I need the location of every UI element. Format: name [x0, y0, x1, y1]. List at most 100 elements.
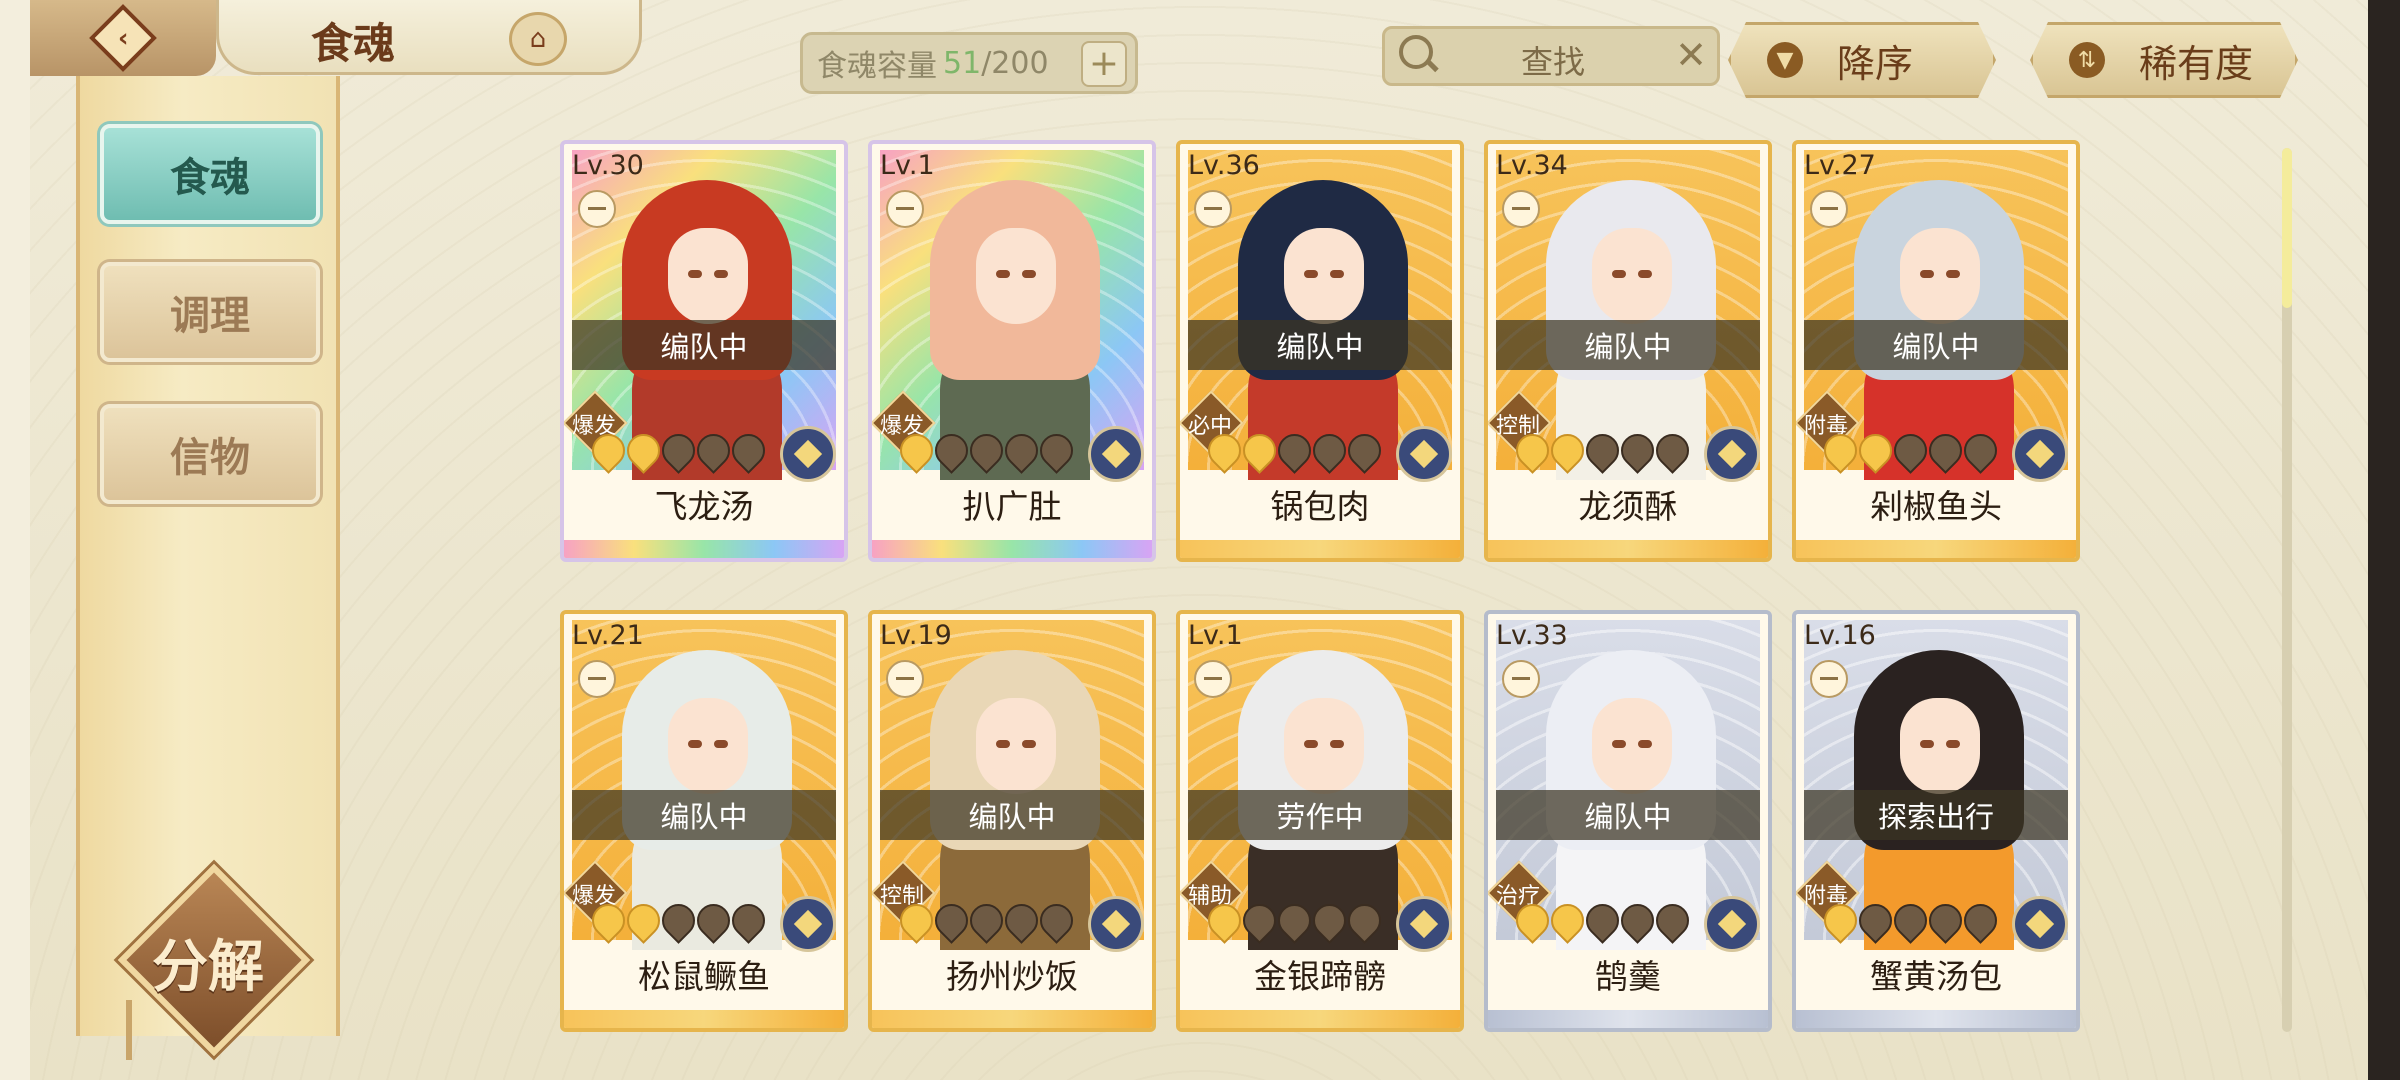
sort-order-button[interactable]: ▼ 降序	[1728, 22, 1996, 98]
title-tab: 食魂 ⌂	[216, 0, 642, 75]
card-status: 编队中	[880, 790, 1144, 840]
sort-order-label: 降序	[1837, 41, 1914, 86]
lock-badge-icon[interactable]	[1502, 190, 1540, 228]
portrait-face	[1284, 228, 1364, 324]
star-icon	[998, 427, 1045, 474]
food-soul-card[interactable]: Lv.16 探索出行 附毒 蟹黄汤包	[1792, 610, 2080, 1032]
card-name: 飞龙汤	[654, 487, 754, 526]
portrait-eye	[1022, 740, 1036, 748]
star-icon	[893, 897, 940, 944]
decompose-button[interactable]: 分解	[117, 863, 311, 1057]
decompose-label: 分解	[152, 934, 264, 1000]
lock-badge-icon[interactable]	[886, 660, 924, 698]
star-icon	[1033, 897, 1080, 944]
food-soul-card[interactable]: Lv.33 编队中 治疗 鹄羹	[1484, 610, 1772, 1032]
card-rarity-strip	[1796, 540, 2076, 558]
search-input[interactable]: 查找 ✕	[1382, 26, 1720, 86]
portrait-eye	[1920, 270, 1934, 278]
star-icon	[725, 897, 772, 944]
card-name: 龙须酥	[1578, 487, 1678, 526]
element-icon	[780, 426, 836, 482]
lock-badge-icon[interactable]	[1502, 660, 1540, 698]
portrait-eye	[1304, 740, 1318, 748]
sort-swap-icon: ⇅	[2069, 42, 2105, 78]
lock-badge-icon[interactable]	[578, 190, 616, 228]
sidebar-item-label: 食魂	[170, 154, 250, 201]
star-icon	[928, 427, 975, 474]
card-name: 剁椒鱼头	[1870, 487, 2002, 526]
star-icon	[690, 427, 737, 474]
portrait-eye	[996, 740, 1010, 748]
card-level: Lv.30	[572, 150, 644, 181]
portrait-eye	[1946, 740, 1960, 748]
element-icon	[1396, 896, 1452, 952]
food-soul-card[interactable]: Lv.1 劳作中 辅助 金银蹄髈	[1176, 610, 1464, 1032]
star-icon	[1614, 427, 1661, 474]
star-icon	[585, 427, 632, 474]
top-bar: 食魂 ⌂ ‹	[30, 0, 642, 76]
scrollbar-thumb[interactable]	[2282, 148, 2292, 308]
lock-badge-icon[interactable]	[1810, 660, 1848, 698]
lock-badge-icon[interactable]	[886, 190, 924, 228]
star-rating	[893, 897, 1080, 944]
portrait-eye	[1638, 270, 1652, 278]
portrait-eye	[1330, 270, 1344, 278]
clear-search-icon[interactable]: ✕	[1675, 33, 1707, 77]
star-icon	[1341, 897, 1388, 944]
food-soul-card[interactable]: Lv.36 编队中 必中 锅包肉	[1176, 140, 1464, 562]
home-icon[interactable]: ⌂	[509, 12, 567, 66]
star-icon	[1509, 427, 1556, 474]
card-rarity-strip	[872, 540, 1152, 558]
food-soul-card[interactable]: Lv.27 编队中 附毒 剁椒鱼头	[1792, 140, 2080, 562]
food-soul-card[interactable]: Lv.1 爆发 扒广肚	[868, 140, 1156, 562]
portrait-eye	[1946, 270, 1960, 278]
sidebar-item-food-souls[interactable]: 食魂	[100, 124, 320, 224]
search-icon	[1399, 35, 1433, 69]
portrait-eye	[1022, 270, 1036, 278]
sidebar-item-conditioning[interactable]: 调理	[100, 262, 320, 362]
card-status: 编队中	[1804, 320, 2068, 370]
star-icon	[1579, 897, 1626, 944]
food-soul-card[interactable]: Lv.19 编队中 控制 扬州炒饭	[868, 610, 1156, 1032]
scrollbar[interactable]	[2282, 148, 2292, 1032]
lock-badge-icon[interactable]	[1194, 190, 1232, 228]
star-rating	[585, 427, 772, 474]
card-level: Lv.33	[1496, 620, 1568, 651]
food-soul-card[interactable]: Lv.21 编队中 爆发 松鼠鳜鱼	[560, 610, 848, 1032]
star-icon	[1236, 897, 1283, 944]
star-rating	[585, 897, 772, 944]
lock-badge-icon[interactable]	[578, 660, 616, 698]
lock-badge-icon[interactable]	[1194, 660, 1232, 698]
star-icon	[1236, 427, 1283, 474]
star-icon	[1579, 427, 1626, 474]
lock-badge-icon[interactable]	[1810, 190, 1848, 228]
star-icon	[1957, 427, 2004, 474]
back-button[interactable]: ‹	[30, 0, 216, 76]
element-icon	[2012, 426, 2068, 482]
star-icon	[1649, 897, 1696, 944]
star-icon	[1033, 427, 1080, 474]
food-soul-card[interactable]: Lv.34 编队中 控制 龙须酥	[1484, 140, 1772, 562]
star-rating	[893, 427, 1080, 474]
element-icon	[780, 896, 836, 952]
portrait-face	[1284, 698, 1364, 794]
portrait-eye	[1920, 740, 1934, 748]
element-icon	[1704, 426, 1760, 482]
card-level: Lv.1	[880, 150, 935, 181]
card-status: 劳作中	[1188, 790, 1452, 840]
card-status: 编队中	[1496, 320, 1760, 370]
star-icon	[1817, 897, 1864, 944]
portrait-eye	[714, 740, 728, 748]
sort-by-button[interactable]: ⇅ 稀有度	[2030, 22, 2298, 98]
food-soul-card[interactable]: Lv.30 编队中 爆发 飞龙汤	[560, 140, 848, 562]
star-icon	[1306, 897, 1353, 944]
portrait-eye	[688, 740, 702, 748]
card-rarity-strip	[1180, 540, 1460, 558]
star-icon	[1271, 897, 1318, 944]
right-edge	[2368, 0, 2400, 1080]
card-name: 松鼠鳜鱼	[638, 957, 770, 996]
star-icon	[1887, 427, 1934, 474]
portrait-face	[976, 228, 1056, 324]
add-capacity-button[interactable]: +	[1081, 41, 1127, 87]
sidebar-item-tokens[interactable]: 信物	[100, 404, 320, 504]
